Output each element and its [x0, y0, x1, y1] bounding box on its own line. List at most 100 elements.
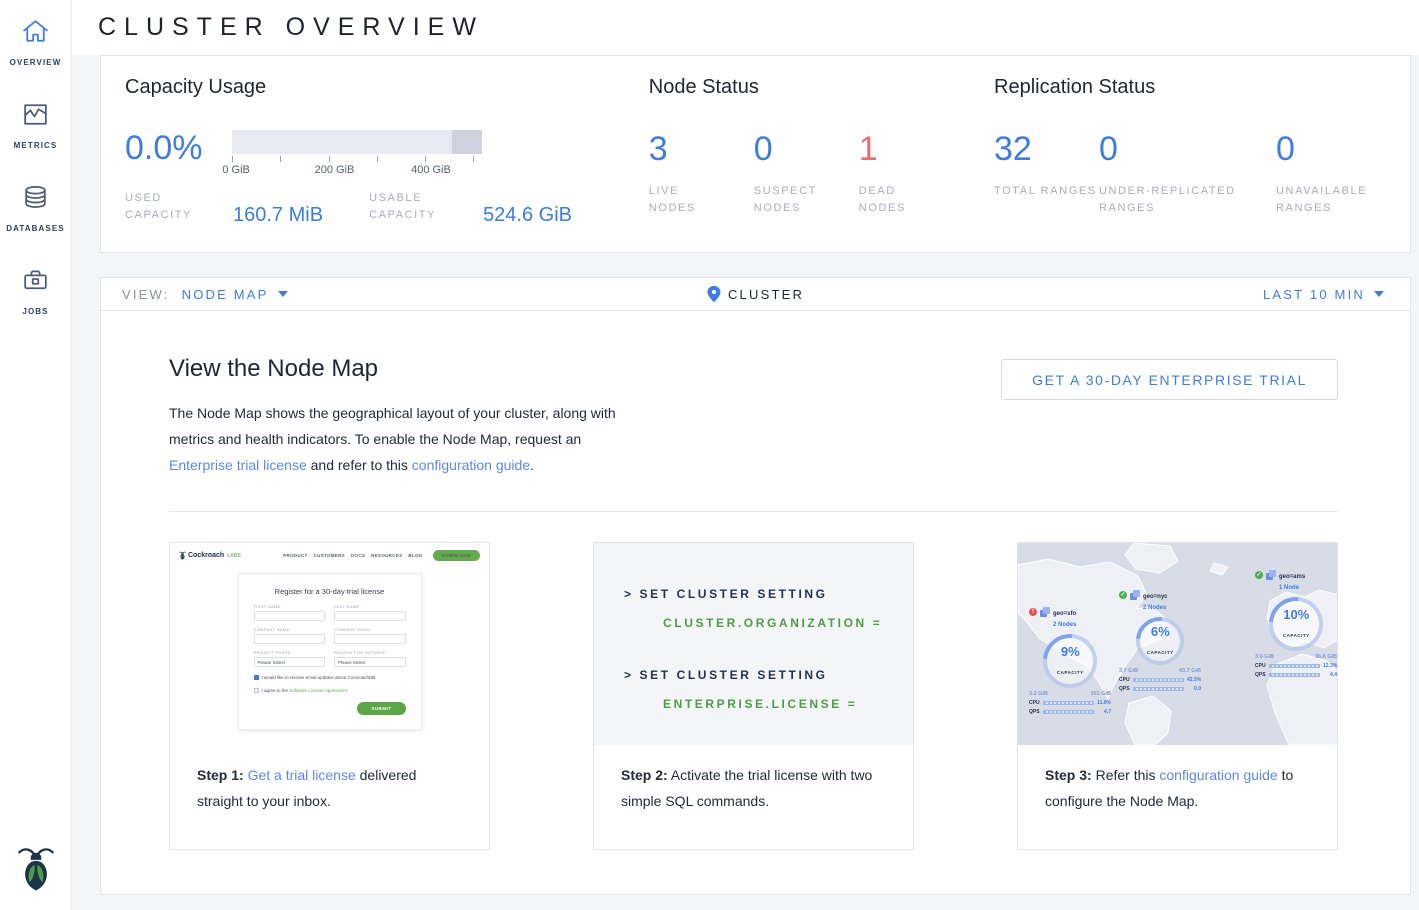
locality-label: CLUSTER [728, 287, 804, 302]
unavailable-ranges-value: 0 [1276, 131, 1386, 167]
company-name-field: COMPANY NAME [254, 627, 326, 644]
total-capacity: 36.6 GiB [1315, 654, 1337, 660]
view-label: VIEW: [122, 287, 170, 302]
sidebar-item-overview[interactable]: OVERVIEW [10, 16, 62, 67]
step-3-caption: Step 3: Refer this configuration guide t… [1018, 745, 1337, 814]
configuration-guide-link[interactable]: configuration guide [1159, 767, 1277, 783]
step-label: Step 3: [1045, 767, 1092, 783]
qps-bar [1269, 673, 1320, 677]
nav-item: CUSTOMERS [314, 553, 345, 558]
unavailable-ranges-stat: 0 UNAVAILABLE RANGES [1276, 131, 1386, 217]
locality-node-count: 2 Nodes [1143, 605, 1166, 611]
checkbox-checked-icon [254, 675, 259, 680]
capacity-percent: 9% [1061, 644, 1080, 659]
enterprise-trial-button[interactable]: GET A 30-DAY ENTERPRISE TRIAL [1001, 359, 1338, 400]
cpu-label: CPU [1119, 677, 1130, 683]
location-pin-icon [707, 285, 720, 303]
license-agreement-link: Software License Agreement. [289, 688, 348, 693]
replication-status-section: Replication Status 32 TOTAL RANGES 0 UND… [994, 76, 1386, 232]
chevron-down-icon [1374, 291, 1384, 297]
time-range-dropdown[interactable]: LAST 10 MIN [1263, 287, 1384, 302]
total-capacity: 43.7 GiB [1179, 668, 1201, 674]
sql-command: > SET CLUSTER SETTING ENTERPRISE.LICENSE… [624, 668, 913, 711]
sidebar-item-databases[interactable]: DATABASES [6, 182, 65, 233]
locality-name: geo=sfo [1053, 611, 1076, 617]
field-label: PROJECT PHASE [254, 650, 326, 655]
cpu-bar [1133, 678, 1184, 682]
email-updates-checkbox-row: I would like to receive email updates ab… [254, 675, 406, 680]
capacity-ring: 6%CAPACITY [1126, 607, 1194, 675]
jobs-icon [20, 265, 51, 301]
nav-item: RESOURCES [371, 553, 402, 558]
capacity-gauge-labels: 0 GiB 200 GiB 400 GiB [232, 164, 482, 178]
step-3-card: geo=sfo2 Nodes 9%CAPACITY 3.2 GiB351 GiB… [1017, 542, 1338, 850]
sql-setting: ENTERPRISE.LICENSE = [663, 697, 913, 711]
healthy-status-icon [1119, 591, 1127, 599]
sidebar-item-metrics[interactable]: METRICS [14, 99, 58, 150]
node-status-title: Node Status [649, 76, 994, 99]
home-icon [20, 16, 51, 52]
replication-status-title: Replication Status [994, 76, 1386, 99]
get-trial-license-link[interactable]: Get a trial license [248, 767, 356, 783]
cpu-bar [1269, 664, 1320, 668]
nav-item: DOCS [351, 553, 365, 558]
text-input [334, 611, 406, 621]
description-text: The Node Map shows the geographical layo… [169, 405, 616, 447]
cpu-value: 12.3% [1323, 663, 1337, 669]
select-input: Please Select [254, 657, 326, 667]
sql-prompt: > SET CLUSTER SETTING [624, 668, 913, 682]
used-capacity: 3.6 GiB [1255, 654, 1274, 660]
license-agreement-checkbox-row: I agree to the Software License Agreemen… [254, 688, 406, 693]
locality-nyc: geo=nyc2 Nodes 6%CAPACITY 3.7 GiB43.7 Gi… [1119, 590, 1201, 692]
last-name-field: LAST NAME [334, 604, 406, 621]
node-map-body: View the Node Map The Node Map shows the… [101, 311, 1410, 894]
sidebar-item-label: JOBS [22, 307, 48, 316]
step-label: Step 2: [621, 767, 668, 783]
cpu-bar [1043, 701, 1094, 705]
live-nodes-label: LIVE NODES [649, 183, 721, 217]
submit-button: SUBMIT [357, 702, 405, 715]
sql-prompt: > SET CLUSTER SETTING [624, 587, 913, 601]
caption-text: Refer this [1092, 767, 1160, 783]
view-mode-dropdown[interactable]: NODE MAP [182, 287, 288, 302]
sidebar-item-jobs[interactable]: JOBS [20, 265, 51, 316]
field-label: FIRST NAME [254, 604, 326, 609]
used-capacity: 3.7 GiB [1119, 668, 1138, 674]
cpu-label: CPU [1029, 700, 1040, 706]
qps-bar [1043, 710, 1094, 714]
healthy-status-icon [1255, 571, 1263, 579]
qps-value: 0.0 [1187, 686, 1201, 692]
live-nodes-stat: 3 LIVE NODES [649, 131, 754, 217]
locality-name: geo=ams [1279, 574, 1305, 580]
under-replicated-ranges-stat: 0 UNDER-REPLICATED RANGES [1099, 131, 1276, 217]
logo-text: Cockroach [188, 552, 224, 559]
step-label: Step 1: [197, 767, 244, 783]
usable-capacity-value: 524.6 GiB [483, 205, 572, 225]
qps-value: 4.7 [1097, 709, 1111, 715]
locality-sfo: geo=sfo2 Nodes 9%CAPACITY 3.2 GiB351 GiB… [1029, 607, 1111, 715]
text-input [254, 634, 326, 644]
configuration-guide-link[interactable]: configuration guide [412, 457, 530, 473]
select-input: Please Select [334, 657, 406, 667]
capacity-label: CAPACITY [1283, 633, 1310, 638]
total-ranges-stat: 32 TOTAL RANGES [994, 131, 1099, 217]
description-text: and refer to this [307, 457, 412, 473]
cpu-value: 11.0% [1097, 700, 1111, 706]
form-title: Register for a 30-day trial license [254, 587, 406, 596]
under-replicated-ranges-value: 0 [1099, 131, 1276, 167]
node-map-panel: VIEW: NODE MAP CLUSTER LAST 10 MIN [100, 277, 1411, 895]
sql-setting: CLUSTER.ORGANIZATION = [663, 616, 913, 630]
qps-value: 4.4 [1323, 672, 1337, 678]
sidebar: OVERVIEW METRICS DATABASES JOBS [0, 0, 72, 910]
capacity-percent: 0.0% [125, 130, 232, 166]
enterprise-trial-license-link[interactable]: Enterprise trial license [169, 457, 307, 473]
sql-commands-preview: > SET CLUSTER SETTING CLUSTER.ORGANIZATI… [594, 543, 913, 745]
capacity-label: CAPACITY [1057, 670, 1084, 675]
used-capacity: 3.2 GiB [1029, 691, 1048, 697]
page-title: CLUSTER OVERVIEW [98, 13, 484, 42]
cpu-value: 42.5% [1187, 677, 1201, 683]
suspect-nodes-stat: 0 SUSPECT NODES [754, 131, 859, 217]
sql-command: > SET CLUSTER SETTING CLUSTER.ORGANIZATI… [624, 587, 913, 630]
field-label: COMPANY EMAIL [334, 627, 406, 632]
capacity-gauge-ticks [232, 155, 482, 162]
